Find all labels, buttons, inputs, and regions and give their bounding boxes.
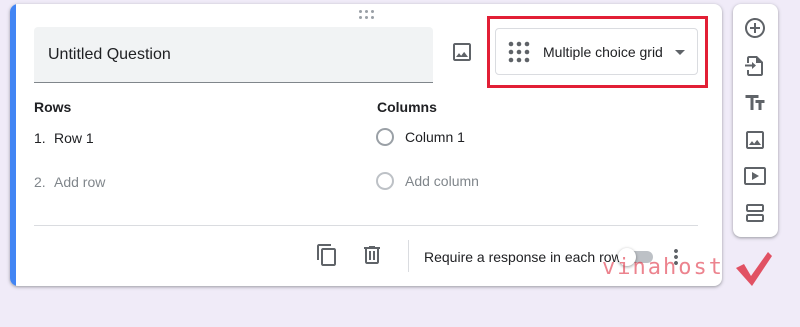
column-label[interactable]: Column 1 [405,129,465,145]
import-icon[interactable] [743,54,767,78]
section-icon[interactable] [743,201,767,225]
footer-divider [34,225,698,226]
row-number: 1. [34,130,46,146]
add-row-option[interactable]: 2. Add row [34,174,105,190]
add-column-label[interactable]: Add column [405,173,479,189]
delete-icon[interactable] [360,243,384,267]
active-card-indicator [10,4,16,286]
add-circle-icon[interactable] [743,16,767,40]
question-title-field[interactable] [34,27,433,83]
title-icon[interactable] [743,91,767,115]
form-toolbar [733,4,778,237]
grid-row[interactable]: 1. Row 1 [34,130,94,146]
drag-handle-icon[interactable] [359,10,375,20]
highlight-annotation-box [487,16,708,88]
image-icon[interactable] [450,40,474,64]
question-title-input[interactable] [34,27,433,82]
require-response-label: Require a response in each row [424,249,622,265]
rows-header: Rows [34,99,72,115]
image-icon[interactable] [743,128,767,152]
footer-separator [408,240,409,272]
video-icon[interactable] [743,164,767,188]
add-column-option[interactable]: Add column [376,172,479,190]
add-row-label[interactable]: Add row [54,174,105,190]
grid-column[interactable]: Column 1 [376,128,465,146]
checkmark-logo-icon [734,250,774,288]
radio-circle-icon [376,172,394,190]
row-label[interactable]: Row 1 [54,130,94,146]
add-row-number: 2. [34,174,46,190]
radio-circle-icon [376,128,394,146]
copy-icon[interactable] [315,243,339,267]
columns-header: Columns [377,99,437,115]
question-card[interactable]: Multiple choice grid Rows Columns 1. Row… [10,4,722,286]
